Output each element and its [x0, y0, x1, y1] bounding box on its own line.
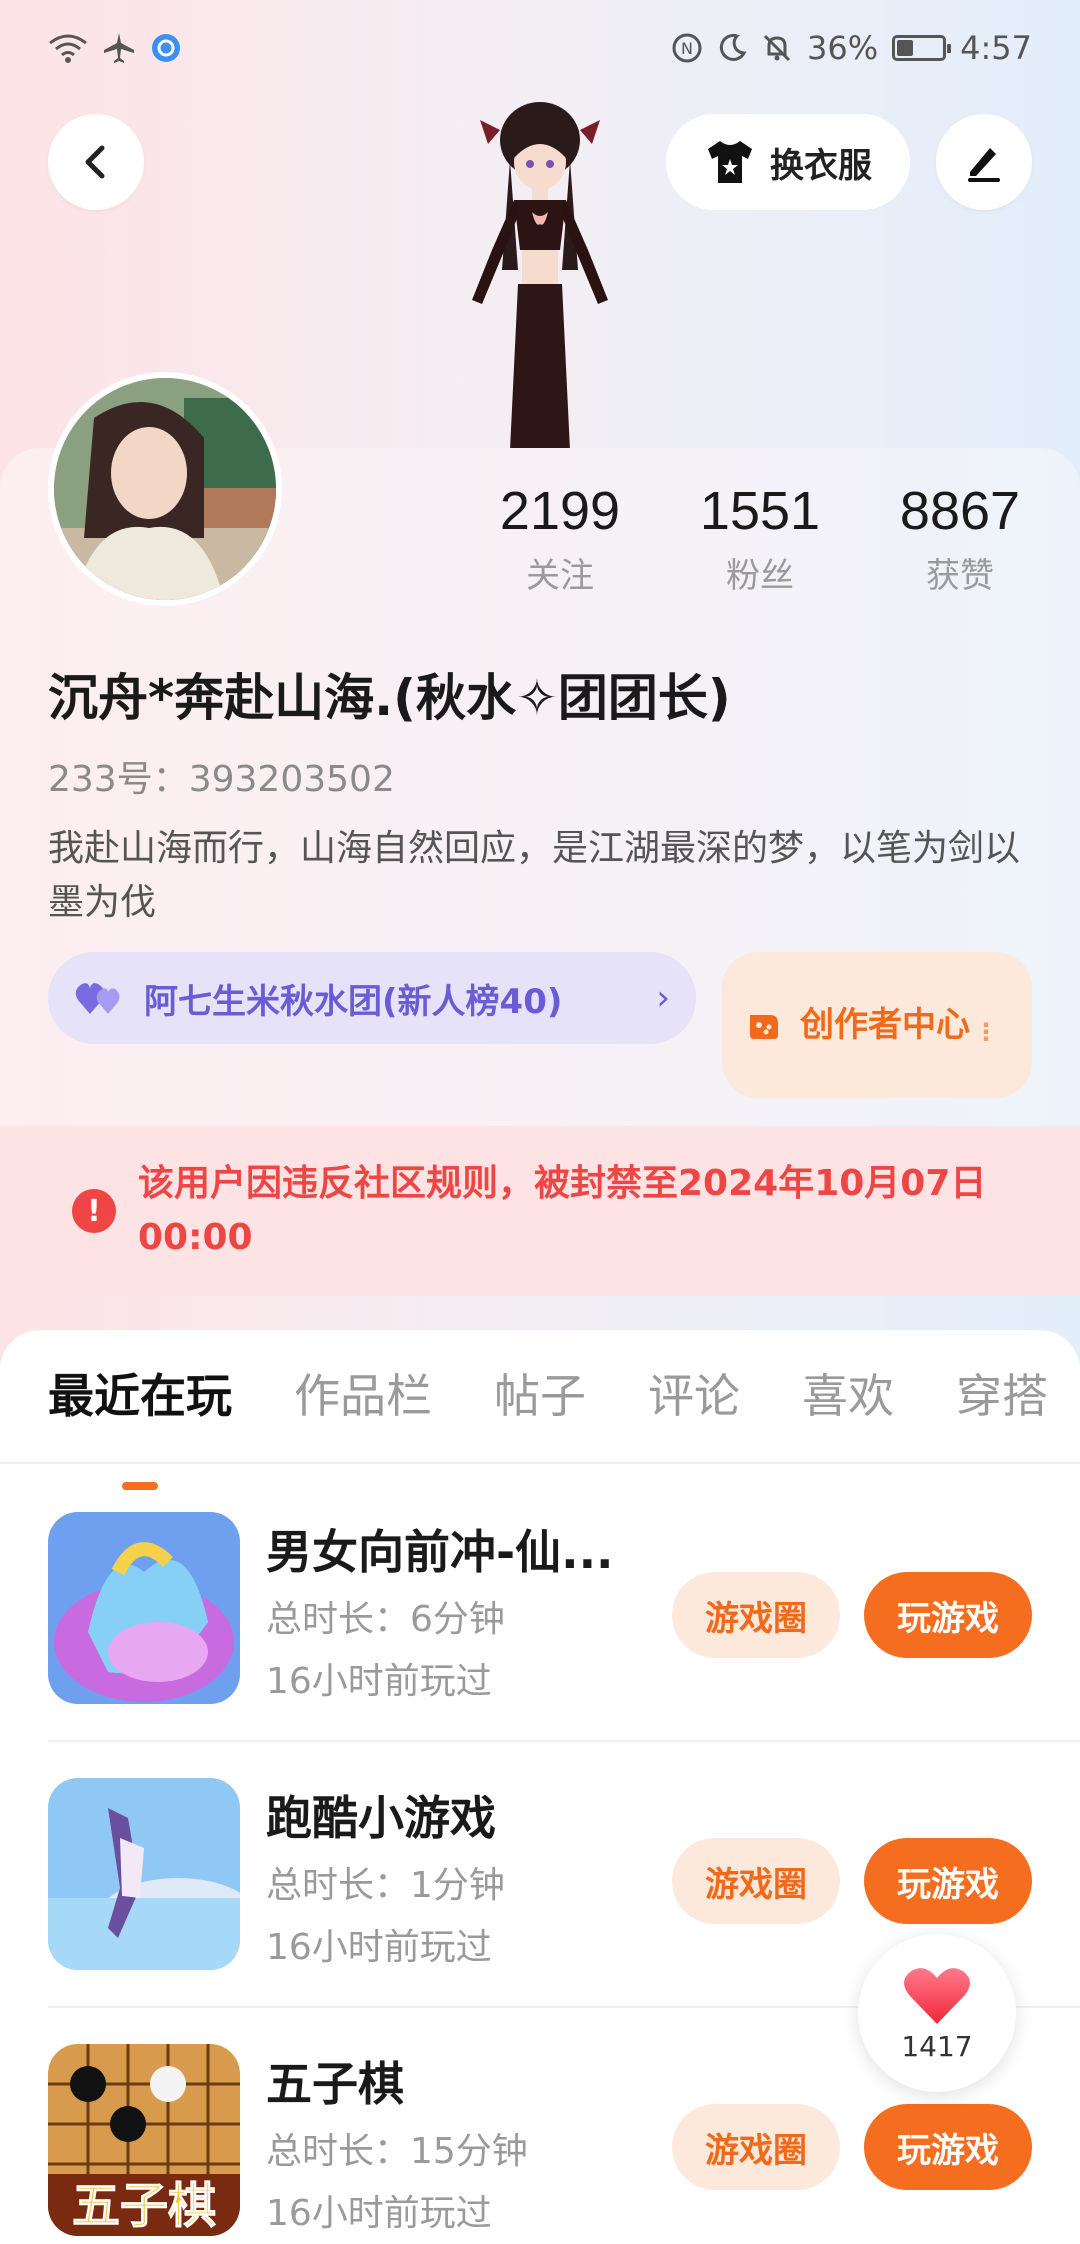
stat-following[interactable]: 2199 关注	[470, 480, 650, 597]
heart-icon	[904, 1967, 970, 2024]
chevron-left-icon	[85, 145, 105, 179]
tab-posts[interactable]: 帖子	[494, 1360, 586, 1456]
game-name: 跑酷小游戏	[266, 1791, 496, 1845]
bio: 我赴山海而行，山海自然回应，是江湖最深的梦，以笔为剑以墨为伐	[48, 828, 1021, 923]
stat-following-label: 关注	[526, 556, 594, 596]
change-outfit-button[interactable]: 换衣服	[666, 114, 910, 210]
group-badge-button[interactable]: 阿七生米秋水团(新人榜40) ›	[48, 952, 696, 1044]
hearts-icon	[75, 983, 120, 1014]
chevron-right-icon: ›	[656, 978, 670, 1018]
avatar-photo	[54, 378, 276, 600]
like-count: 1417	[901, 2029, 973, 2063]
more-icon: ⋮	[974, 1018, 998, 1046]
like-button[interactable]: 1417	[858, 1934, 1016, 2092]
play-game-button[interactable]: 玩游戏	[864, 1838, 1032, 1924]
divider	[0, 1462, 1080, 1464]
game-duration: 总时长：1分钟	[266, 1865, 505, 1906]
stat-fans-value: 1551	[699, 481, 821, 541]
game-last-played: 16小时前玩过	[266, 2193, 492, 2234]
battery-icon	[892, 35, 952, 61]
bell-off-icon	[761, 32, 793, 64]
svg-text:五子棋: 五子棋	[72, 2178, 216, 2234]
tab-works[interactable]: 作品栏	[294, 1360, 432, 1456]
stat-likes-value: 8867	[899, 481, 1021, 541]
game-duration: 总时长：6分钟	[266, 1599, 505, 1640]
clock: 4:57	[960, 29, 1032, 67]
game-name: 五子棋	[266, 2057, 404, 2111]
gamepad-icon	[750, 1015, 778, 1039]
stat-likes[interactable]: 8867 获赞	[870, 480, 1050, 597]
back-button[interactable]	[48, 114, 144, 210]
list-item[interactable]: 男女向前冲-仙... 总时长：6分钟 16小时前玩过 游戏圈 玩游戏	[48, 1466, 1032, 1732]
vpn-icon	[150, 32, 182, 64]
game-last-played: 16小时前玩过	[266, 1927, 492, 1968]
battery-percent: 36%	[807, 29, 879, 67]
change-outfit-label: 换衣服	[770, 145, 872, 186]
tab-comments[interactable]: 评论	[648, 1360, 740, 1456]
ban-notice: ! 该用户因违反社区规则，被封禁至2024年10月07日 00:00	[0, 1126, 1080, 1296]
user-id: 233号：393203502	[48, 759, 395, 800]
game-name: 男女向前冲-仙...	[266, 1525, 614, 1579]
stat-following-value: 2199	[499, 481, 621, 541]
game-icon	[48, 1512, 240, 1704]
tab-likes[interactable]: 喜欢	[802, 1360, 894, 1456]
game-icon	[48, 1778, 240, 1970]
game-circle-button[interactable]: 游戏圈	[672, 1572, 840, 1658]
game-icon: 五子棋	[48, 2044, 240, 2236]
user-avatar[interactable]	[48, 372, 282, 606]
game-last-played: 16小时前玩过	[266, 1661, 492, 1702]
nfc-icon: N	[671, 32, 703, 64]
game-circle-button[interactable]: 游戏圈	[672, 2104, 840, 2190]
game-duration: 总时长：15分钟	[266, 2131, 528, 2172]
wifi-icon	[48, 33, 88, 63]
edit-button[interactable]	[936, 114, 1032, 210]
stat-fans-label: 粉丝	[726, 556, 794, 596]
tab-recent-played[interactable]: 最近在玩	[48, 1360, 232, 1490]
nickname: 沉舟*奔赴山海.(秋水✧团团长)	[48, 669, 731, 727]
avatar-character-image[interactable]	[410, 100, 670, 450]
play-game-button[interactable]: 玩游戏	[864, 2104, 1032, 2190]
pencil-icon	[968, 148, 1000, 182]
shirt-icon	[708, 141, 752, 183]
ban-notice-text: 该用户因违反社区规则，被封禁至2024年10月07日 00:00	[138, 1163, 987, 1258]
warning-icon: !	[72, 1189, 116, 1233]
play-game-button[interactable]: 玩游戏	[864, 1572, 1032, 1658]
content-panel: 最近在玩 作品栏 帖子 评论 喜欢 穿搭 男女向前冲-仙... 总时长：6分钟 …	[0, 1330, 1080, 2244]
stat-fans[interactable]: 1551 粉丝	[670, 480, 850, 597]
status-bar: N 36% 4:57	[0, 0, 1080, 96]
stats-row: 2199 关注 1551 粉丝 8867 获赞	[470, 480, 1050, 597]
battery-fill	[897, 40, 913, 56]
svg-text:N: N	[681, 39, 693, 58]
tab-outfits[interactable]: 穿搭	[956, 1360, 1048, 1456]
moon-icon	[717, 33, 747, 63]
airplane-icon	[102, 31, 136, 65]
group-badge-label: 阿七生米秋水团(新人榜40)	[144, 981, 563, 1022]
creator-center-button[interactable]: 创作者中心 ⋮	[722, 952, 1032, 1098]
tab-bar: 最近在玩 作品栏 帖子 评论 喜欢 穿搭	[48, 1360, 1048, 1490]
game-circle-button[interactable]: 游戏圈	[672, 1838, 840, 1924]
creator-center-label: 创作者中心	[800, 1005, 970, 1045]
stat-likes-label: 获赞	[926, 556, 994, 596]
profile-page: N 36% 4:57 换衣服 2199 关注 1551 粉丝 8867 获赞 沉…	[0, 0, 1080, 2244]
